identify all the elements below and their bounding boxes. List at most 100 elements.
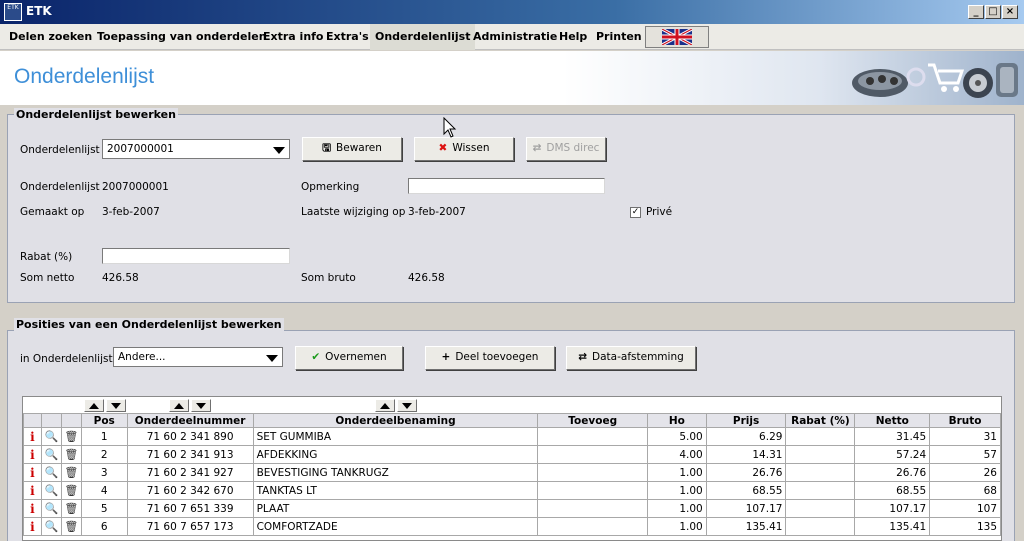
header-netto[interactable]: Netto	[854, 413, 931, 428]
table-row[interactable]: i 🔍 🗑 4 71 60 2 342 670 TANKTAS LT 1.00 …	[23, 481, 1001, 500]
table-row[interactable]: i 🔍 🗑 5 71 60 7 651 339 PLAAT 1.00 107.1…	[23, 499, 1001, 518]
cell-pos: 4	[80, 481, 128, 500]
cell-ho: 1.00	[646, 463, 707, 482]
trash-icon[interactable]: 🗑	[60, 463, 82, 482]
table-row[interactable]: i 🔍 🗑 1 71 60 2 341 890 SET GUMMIBA 5.00…	[23, 427, 1001, 446]
cell-bruto: 68	[929, 481, 1001, 500]
cell-netto: 68.55	[854, 481, 931, 500]
menu-help[interactable]: Help	[554, 24, 592, 50]
red-x-icon: ✖	[438, 142, 448, 154]
menu-extra-info[interactable]: Extra info	[258, 24, 329, 50]
header-bruto[interactable]: Bruto	[929, 413, 1001, 428]
table-row[interactable]: i 🔍 🗑 2 71 60 2 341 913 AFDEKKING 4.00 1…	[23, 445, 1001, 464]
created-label: Gemaakt op	[20, 206, 85, 218]
cell-nummer: 71 60 7 657 173	[126, 517, 254, 536]
cell-prijs: 135.41	[705, 517, 787, 536]
positions-grid: Pos Onderdeelnummer Onderdeelbenaming To…	[23, 413, 1001, 536]
cell-netto: 107.17	[854, 499, 931, 518]
list-select-value: 2007000001	[107, 143, 174, 155]
language-button[interactable]	[645, 26, 709, 48]
net-sum-value: 426.58	[102, 272, 139, 284]
table-row[interactable]: i 🔍 🗑 3 71 60 2 341 927 BEVESTIGING TANK…	[23, 463, 1001, 482]
trash-icon[interactable]: 🗑	[60, 427, 82, 446]
in-list-select[interactable]: Andere...	[113, 347, 283, 367]
menu-toepassing[interactable]: Toepassing van onderdelen	[92, 24, 272, 50]
info-icon[interactable]: i	[23, 517, 42, 536]
list-select[interactable]: 2007000001	[102, 139, 290, 159]
cell-pos: 1	[80, 427, 128, 446]
menu-printen[interactable]: Printen	[591, 24, 647, 50]
cell-netto: 57.24	[854, 445, 931, 464]
menu-administratie[interactable]: Administratie	[468, 24, 562, 50]
gross-sum-label: Som bruto	[301, 272, 356, 284]
in-list-value: Andere...	[118, 351, 166, 363]
menu-onderdelenlijst[interactable]: Onderdelenlijst	[370, 24, 476, 50]
menu-delen-zoeken[interactable]: Delen zoeken	[4, 24, 97, 50]
search-icon[interactable]: 🔍	[40, 463, 62, 482]
data-sync-button[interactable]: ⇄ Data-afstemming	[566, 346, 696, 370]
cell-rabat	[785, 499, 856, 518]
sort-pos-up-button[interactable]	[84, 399, 104, 412]
save-button[interactable]: 🖫 Bewaren	[302, 137, 402, 161]
search-icon[interactable]: 🔍	[40, 499, 62, 518]
maximize-button[interactable]: □	[985, 5, 1001, 19]
search-icon[interactable]: 🔍	[40, 427, 62, 446]
cell-toevoeg	[537, 481, 648, 500]
header-pos[interactable]: Pos	[80, 413, 128, 428]
parts-banner-image	[852, 63, 1018, 98]
info-icon[interactable]: i	[23, 481, 42, 500]
cell-pos: 5	[80, 499, 128, 518]
private-checkbox[interactable]: ✓	[630, 207, 641, 218]
cell-prijs: 68.55	[705, 481, 787, 500]
info-list-value: 2007000001	[102, 181, 169, 193]
sort-benaming-up-button[interactable]	[375, 399, 395, 412]
table-header-row: Pos Onderdeelnummer Onderdeelbenaming To…	[23, 413, 1001, 428]
cell-benaming: COMFORTZADE	[252, 517, 539, 536]
search-icon[interactable]: 🔍	[40, 481, 62, 500]
remark-input[interactable]	[408, 178, 605, 194]
cell-benaming: TANKTAS LT	[252, 481, 539, 500]
trash-icon[interactable]: 🗑	[60, 445, 82, 464]
sort-pos-down-button[interactable]	[106, 399, 126, 412]
positions-group-title: Posities van een Onderdelenlijst bewerke…	[14, 318, 284, 331]
header-toevoeg[interactable]: Toevoeg	[537, 413, 648, 428]
header-onderdeelnummer[interactable]: Onderdeelnummer	[126, 413, 254, 428]
positions-table: Pos Onderdeelnummer Onderdeelbenaming To…	[22, 396, 1002, 541]
trash-icon[interactable]: 🗑	[60, 499, 82, 518]
close-button[interactable]: ×	[1002, 5, 1018, 19]
header-search	[40, 413, 62, 428]
dms-direct-button[interactable]: ⇄ DMS direc	[526, 137, 606, 161]
add-part-button[interactable]: + Deel toevoegen	[425, 346, 555, 370]
page-banner: Onderdelenlijst	[0, 51, 1024, 105]
cell-toevoeg	[537, 463, 648, 482]
info-icon[interactable]: i	[23, 463, 42, 482]
info-icon[interactable]: i	[23, 445, 42, 464]
mouse-cursor-icon	[443, 117, 457, 138]
sort-nummer-down-button[interactable]	[191, 399, 211, 412]
menu-extras[interactable]: Extra's	[321, 24, 374, 50]
modified-value: 3-feb-2007	[408, 206, 466, 218]
header-onderdeelbenaming[interactable]: Onderdeelbenaming	[252, 413, 539, 428]
minimize-button[interactable]: _	[968, 5, 984, 19]
take-over-button[interactable]: ✔ Overnemen	[295, 346, 403, 370]
info-icon[interactable]: i	[23, 427, 42, 446]
created-value: 3-feb-2007	[102, 206, 160, 218]
table-row[interactable]: i 🔍 🗑 6 71 60 7 657 173 COMFORTZADE 1.00…	[23, 517, 1001, 536]
cell-bruto: 135	[929, 517, 1001, 536]
sort-benaming-down-button[interactable]	[397, 399, 417, 412]
trash-icon[interactable]: 🗑	[60, 517, 82, 536]
cell-toevoeg	[537, 517, 648, 536]
cell-ho: 4.00	[646, 445, 707, 464]
cell-pos: 6	[80, 517, 128, 536]
clear-button[interactable]: ✖ Wissen	[414, 137, 514, 161]
cell-rabat	[785, 481, 856, 500]
sort-nummer-up-button[interactable]	[169, 399, 189, 412]
search-icon[interactable]: 🔍	[40, 445, 62, 464]
info-icon[interactable]: i	[23, 499, 42, 518]
header-rabat[interactable]: Rabat (%)	[785, 413, 856, 428]
trash-icon[interactable]: 🗑	[60, 481, 82, 500]
search-icon[interactable]: 🔍	[40, 517, 62, 536]
header-prijs[interactable]: Prijs	[705, 413, 787, 428]
header-ho[interactable]: Ho	[646, 413, 707, 428]
discount-input[interactable]	[102, 248, 290, 264]
